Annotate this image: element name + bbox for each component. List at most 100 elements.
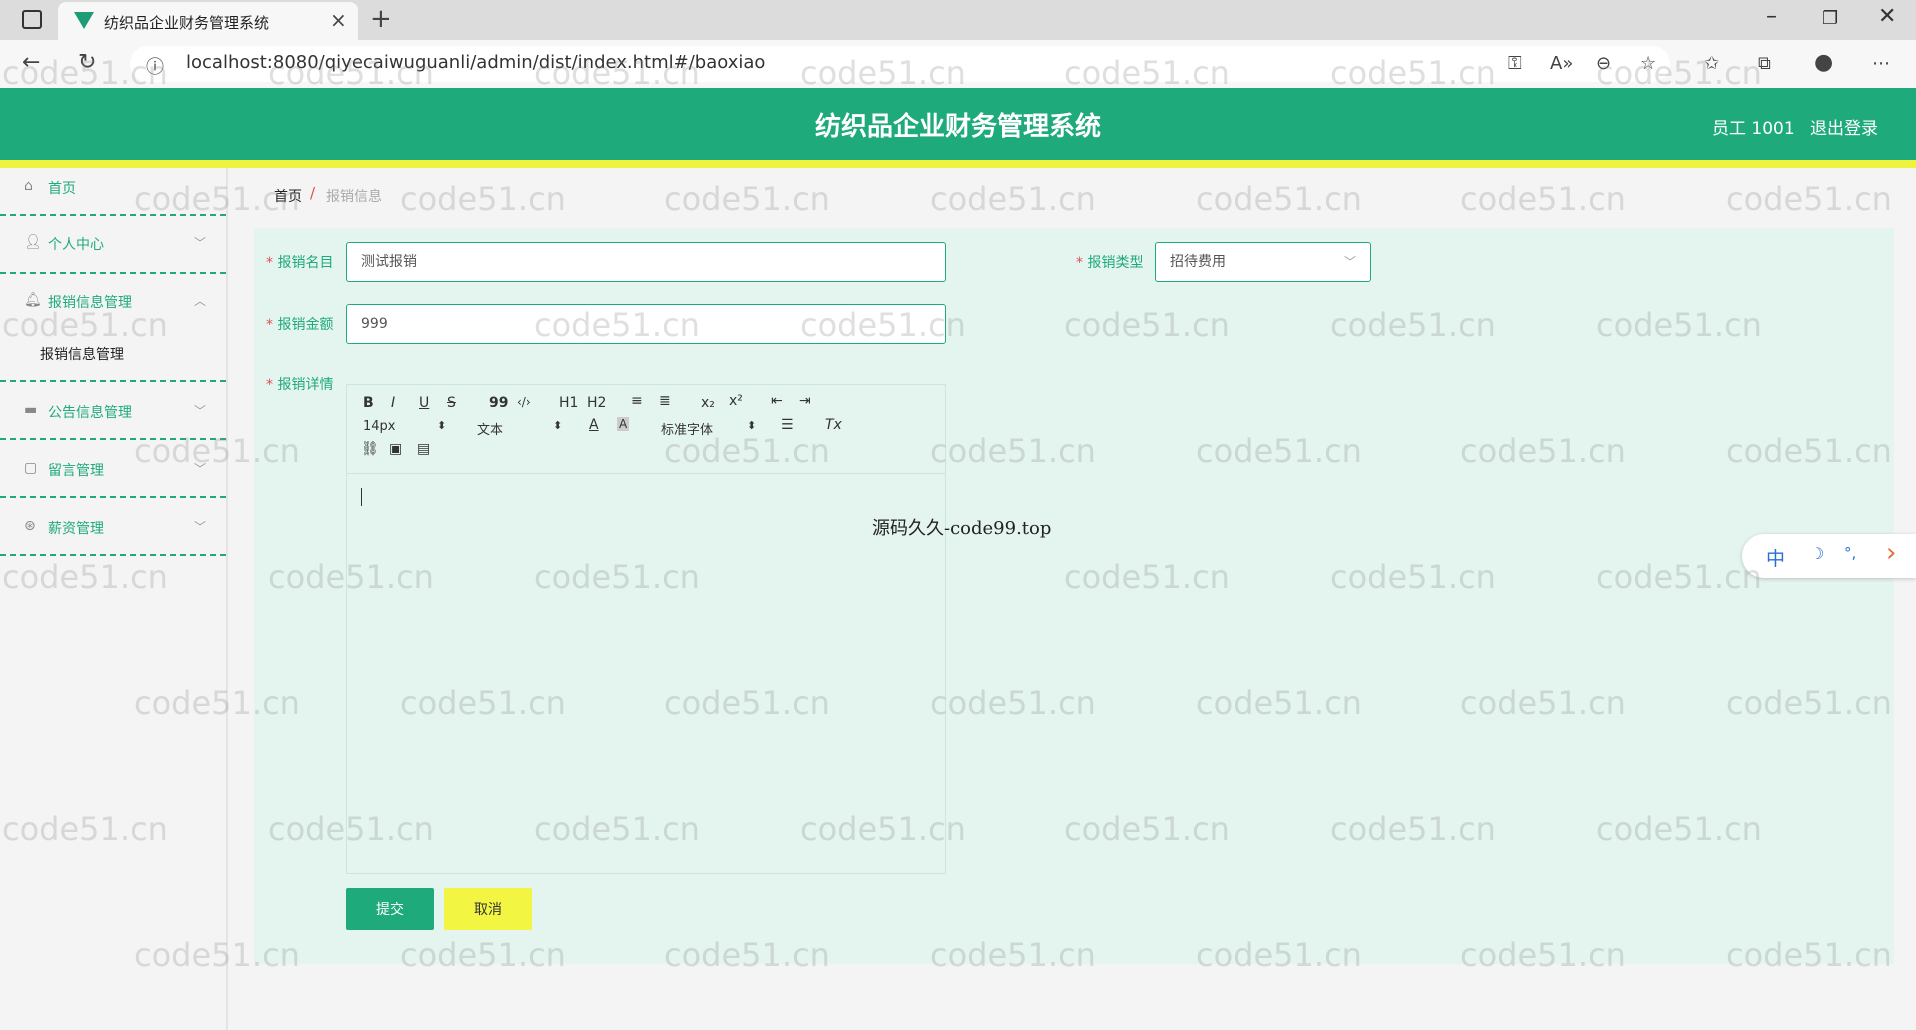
code-icon[interactable]: ‹/›	[517, 395, 531, 409]
watermark: code51.cn	[930, 180, 1096, 218]
browser-tab[interactable]: 纺织品企业财务管理系统 ×	[58, 2, 358, 40]
select-arrow-icon: ⬍	[437, 419, 447, 432]
punctuation-icon[interactable]: °,	[1844, 544, 1856, 562]
bell-icon: 🔔︎	[24, 292, 42, 308]
bold-icon[interactable]: B	[363, 395, 374, 411]
video-icon[interactable]: ▤	[417, 441, 430, 457]
header-select[interactable]: 文本	[477, 419, 503, 438]
read-aloud-icon[interactable]: A»	[1550, 53, 1573, 74]
maximize-icon[interactable]: ❐	[1822, 8, 1838, 29]
select-arrow-icon: ⬍	[747, 419, 757, 432]
back-icon[interactable]: ←	[22, 50, 40, 75]
amount-input[interactable]: 999	[346, 304, 946, 344]
key-icon[interactable]: ⚿	[1508, 53, 1522, 74]
user-icon: 👤︎	[24, 234, 42, 250]
overlay-watermark-text: 源码久久-code99.top	[872, 518, 1052, 539]
watermark: code51.cn	[1196, 180, 1362, 218]
ime-lang-icon[interactable]: 中	[1766, 544, 1785, 571]
font-size-select[interactable]: 14px	[363, 419, 396, 434]
watermark: code51.cn	[664, 180, 830, 218]
tab-sidebar-icon[interactable]	[22, 10, 42, 29]
clean-format-icon[interactable]: Tx	[825, 417, 842, 433]
quote-icon[interactable]: 99	[489, 395, 508, 411]
amount-label: * 报销金额	[266, 317, 334, 333]
watermark: code51.cn	[1726, 180, 1892, 218]
sidebar-item-message[interactable]: ▢ 留言管理 ﹀	[0, 440, 226, 498]
favorite-add-icon[interactable]: ☆	[1640, 53, 1656, 74]
text-caret	[361, 488, 362, 506]
underline-icon[interactable]: U	[419, 395, 429, 411]
indent-icon[interactable]: ⇥	[799, 393, 811, 409]
h2-icon[interactable]: H2	[587, 395, 606, 411]
rich-text-editor: B I U S 99 ‹/› H1 H2 ≡ ≣ x₂ x² ⇤ ⇥ 14px …	[346, 384, 946, 874]
chevron-up-icon: ︿	[194, 294, 207, 308]
image-icon[interactable]: ▣	[389, 441, 402, 457]
zoom-out-icon[interactable]: ⊖	[1596, 53, 1611, 74]
align-icon[interactable]: ☰	[781, 417, 794, 433]
header-accent-bar	[0, 160, 1916, 168]
superscript-icon[interactable]: x²	[729, 393, 743, 409]
app-title: 纺织品企业财务管理系统	[814, 112, 1101, 142]
watermark: code51.cn	[1460, 180, 1626, 218]
cancel-button[interactable]: 取消	[444, 888, 532, 930]
font-family-select[interactable]: 标准字体	[661, 419, 713, 438]
chevron-down-icon: ﹀	[194, 520, 207, 534]
sidebar-item-expense[interactable]: 🔔︎ 报销信息管理 ︿	[0, 274, 226, 382]
sidebar-item-profile[interactable]: 👤︎ 个人中心 ﹀	[0, 216, 226, 274]
home-icon: ⌂	[24, 178, 33, 194]
watermark: code51.cn	[400, 180, 566, 218]
message-icon: ▢	[24, 460, 38, 476]
reload-icon[interactable]: ↻	[78, 50, 96, 75]
url-text[interactable]: localhost:8080/qiyecaiwuguanli/admin/dis…	[186, 52, 765, 73]
type-label: * 报销类型	[1076, 255, 1144, 271]
breadcrumb-separator: /	[310, 184, 316, 202]
vue-logo-icon	[74, 12, 94, 29]
chevron-down-icon: ﹀	[194, 236, 207, 250]
more-icon[interactable]: ⋯	[1872, 53, 1890, 74]
italic-icon[interactable]: I	[391, 395, 395, 411]
collections-icon[interactable]: ⧉	[1758, 53, 1771, 74]
minimize-icon[interactable]: –	[1766, 4, 1777, 29]
h1-icon[interactable]: H1	[559, 395, 578, 411]
submit-button[interactable]: 提交	[346, 888, 434, 930]
type-select-value: 招待费用	[1170, 254, 1226, 270]
window-close-icon[interactable]: ✕	[1878, 4, 1896, 29]
profile-avatar-icon[interactable]: ●	[1814, 50, 1833, 75]
outdent-icon[interactable]: ⇤	[771, 393, 783, 409]
breadcrumb-current: 报销信息	[326, 189, 382, 205]
name-input[interactable]: 测试报销	[346, 242, 946, 282]
editor-toolbar: B I U S 99 ‹/› H1 H2 ≡ ≣ x₂ x² ⇤ ⇥ 14px …	[347, 385, 945, 474]
link-icon[interactable]: ⛓	[361, 441, 379, 457]
bullet-list-icon[interactable]: ≣	[659, 393, 671, 409]
chevron-right-icon[interactable]: ›	[1886, 538, 1896, 568]
strike-icon[interactable]: S	[447, 395, 456, 411]
sidebar-item-notice[interactable]: ▬ 公告信息管理 ﹀	[0, 382, 226, 440]
detail-label: * 报销详情	[266, 377, 334, 393]
sidebar-item-home[interactable]: ⌂ 首页	[0, 168, 226, 216]
notice-icon: ▬	[24, 402, 38, 418]
new-tab-icon[interactable]: +	[370, 4, 392, 34]
info-icon[interactable]: ⓘ	[146, 53, 164, 79]
salary-icon: ⊛	[24, 518, 36, 534]
ime-toolbar[interactable]: 中 ☽ °, ›	[1742, 534, 1916, 578]
name-label: * 报销名目	[266, 255, 334, 271]
subscript-icon[interactable]: x₂	[701, 395, 715, 411]
tab-title: 纺织品企业财务管理系统	[104, 14, 270, 32]
chevron-down-icon: ﹀	[194, 462, 207, 476]
sidebar-subitem-expense[interactable]: 报销信息管理	[40, 344, 124, 364]
chevron-down-icon: ﹀	[194, 404, 207, 418]
select-arrow-icon: ⬍	[553, 419, 563, 432]
close-icon[interactable]: ×	[330, 8, 347, 32]
ordered-list-icon[interactable]: ≡	[631, 393, 643, 409]
breadcrumb-home[interactable]: 首页	[274, 186, 302, 206]
type-select[interactable]: 招待费用 ﹀	[1155, 242, 1371, 282]
text-color-icon[interactable]: A	[589, 417, 599, 433]
background-color-icon[interactable]: A	[617, 417, 630, 431]
moon-icon[interactable]: ☽	[1810, 544, 1824, 563]
user-label: 员工 1001	[1712, 119, 1795, 139]
logout-link[interactable]: 退出登录	[1810, 114, 1878, 139]
chevron-down-icon: ﹀	[1343, 255, 1356, 269]
sidebar-item-salary[interactable]: ⊛ 薪资管理 ﹀	[0, 498, 226, 556]
favorites-icon[interactable]: ✩	[1704, 53, 1719, 74]
editor-content[interactable]	[347, 474, 945, 874]
